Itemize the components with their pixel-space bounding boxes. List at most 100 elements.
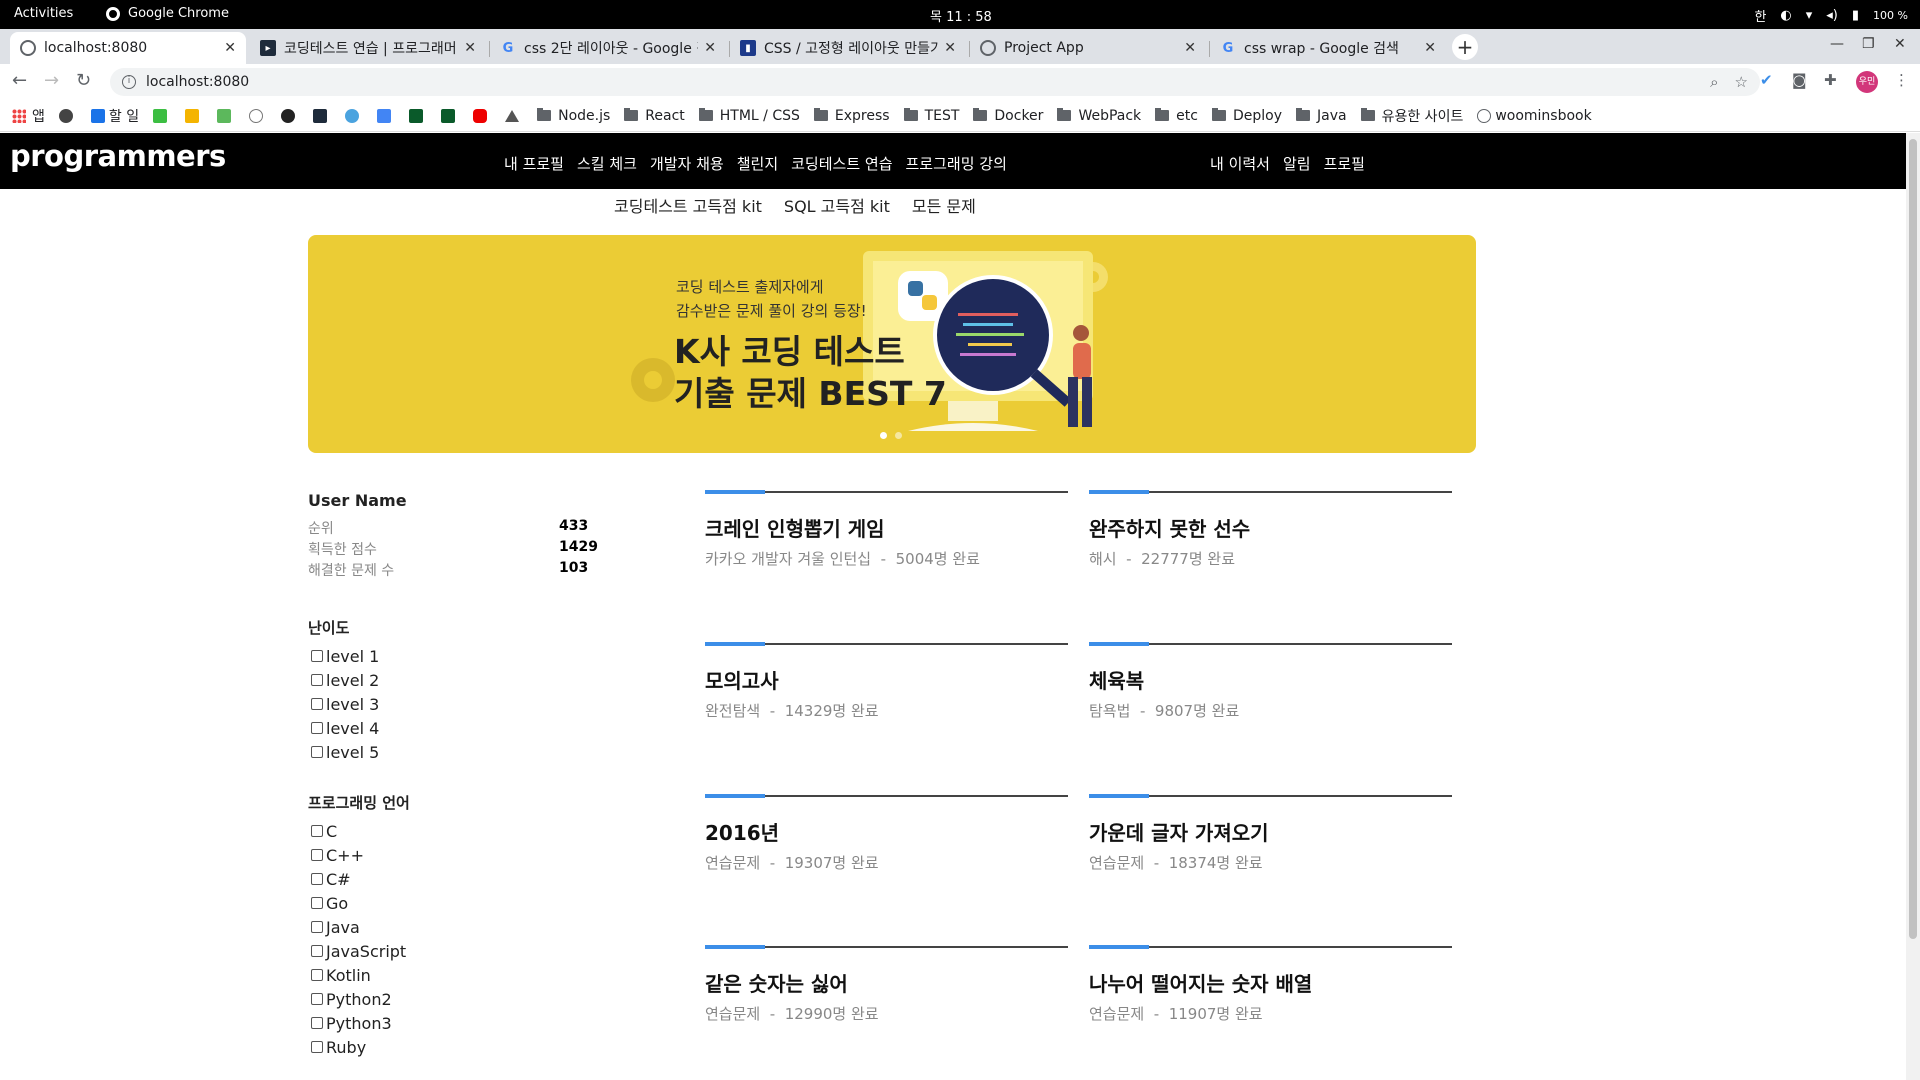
puzzle-icon[interactable]: ✚ [1824,71,1837,89]
bookmark-icon-4[interactable] [217,108,235,123]
problem-card[interactable]: 나누어 떨어지는 숫자 배열 연습문제 - 11907명 완료 [1089,945,1452,1024]
tab-project-app[interactable]: Project App ✕ [970,32,1206,64]
nav-challenge[interactable]: 챌린지 [737,153,778,174]
bookmark-icon-6[interactable] [281,108,299,123]
new-tab-button[interactable]: + [1452,34,1478,60]
problem-title[interactable]: 모의고사 [705,665,1068,694]
app-menu[interactable]: Google Chrome [106,6,229,21]
checkbox[interactable] [311,945,323,957]
checkbox[interactable] [311,921,323,933]
problem-title[interactable]: 나누어 떨어지는 숫자 배열 [1089,968,1452,997]
problem-title[interactable]: 가운데 글자 가져오기 [1089,817,1452,846]
lang-go-checkbox[interactable]: Go [308,891,648,915]
lang-javascript-checkbox[interactable]: JavaScript [308,939,648,963]
lang-cpp-checkbox[interactable]: C++ [308,843,648,867]
bookmark-icon-10[interactable] [409,108,427,123]
problem-title[interactable]: 같은 숫자는 싫어 [705,968,1068,997]
bookmark-icon-11[interactable] [441,108,459,123]
bookmark-folder-nodejs[interactable]: Node.js [537,108,610,124]
bookmark-folder-react[interactable]: React [624,108,685,124]
close-icon[interactable]: ✕ [704,40,716,56]
checkbox[interactable] [311,849,323,861]
problem-title[interactable]: 체육복 [1089,665,1452,694]
bookmark-icon-7[interactable] [313,108,331,123]
bookmark-folder-deploy[interactable]: Deploy [1211,108,1282,124]
close-icon[interactable]: ✕ [1424,40,1436,56]
bookmark-folder-html-css[interactable]: HTML / CSS [698,108,800,124]
problem-card[interactable]: 2016년 연습문제 - 19307명 완료 [705,794,1068,873]
ime-indicator[interactable]: 한 [1754,6,1766,25]
problem-card[interactable]: 체육복 탐욕법 - 9807명 완료 [1089,642,1452,721]
site-logo[interactable]: programmers [10,139,226,173]
forward-icon[interactable]: → [44,70,59,91]
checkbox[interactable] [311,746,323,758]
bookmark-icon-1[interactable] [58,108,77,123]
bookmark-folder-etc[interactable]: etc [1155,108,1198,124]
nav-notifications[interactable]: 알림 [1283,153,1311,174]
back-icon[interactable]: ← [12,70,27,91]
checkbox[interactable] [311,1041,323,1053]
checkbox[interactable] [311,698,323,710]
tab-google-search-2[interactable]: G css wrap - Google 검색 ✕ [1210,32,1446,64]
close-icon[interactable]: ✕ [224,40,236,56]
profile-avatar[interactable]: 우민 [1856,71,1878,93]
info-icon[interactable]: i [122,75,136,89]
bookmark-folder-java[interactable]: Java [1296,108,1347,124]
carousel-dot-2[interactable] [895,432,902,439]
checkbox[interactable] [311,650,323,662]
tab-css-layout[interactable]: ▮ CSS / 고정형 레이아웃 만들기 ✕ [730,32,966,64]
zoom-icon[interactable]: ⌕ [1710,73,1718,91]
tab-programmers[interactable]: ▸ 코딩테스트 연습 | 프로그래머 ✕ [250,32,486,64]
lang-java-checkbox[interactable]: Java [308,915,648,939]
bookmark-folder-useful-sites[interactable]: 유용한 사이트 [1360,106,1463,126]
tab-google-search-1[interactable]: G css 2단 레이아웃 - Google 검색 ✕ [490,32,726,64]
nav-coding-test[interactable]: 코딩테스트 연습 [791,153,892,174]
problem-card[interactable]: 크레인 인형뽑기 게임 카카오 개발자 겨울 인턴십 - 5004명 완료 [705,490,1068,569]
subnav-coding-kit[interactable]: 코딩테스트 고득점 kit [614,193,762,217]
lang-c-checkbox[interactable]: C [308,819,648,843]
bookmark-icon-5[interactable] [249,108,267,123]
promo-banner[interactable]: 코딩 테스트 출제자에게 감수받은 문제 풀이 강의 등장! K사 코딩 테스트… [308,235,1476,453]
close-icon[interactable]: ✕ [944,40,956,56]
lang-python2-checkbox[interactable]: Python2 [308,987,648,1011]
lang-python3-checkbox[interactable]: Python3 [308,1011,648,1035]
problem-title[interactable]: 2016년 [705,817,1068,846]
bookmark-icon-2[interactable] [153,108,171,123]
scrollbar-thumb[interactable] [1909,139,1917,939]
nav-my-profile[interactable]: 내 프로필 [504,153,564,174]
activities-button[interactable]: Activities [14,6,73,21]
checkbox[interactable] [311,969,323,981]
checkbox[interactable] [311,1017,323,1029]
level-3-checkbox[interactable]: level 3 [308,692,648,716]
bookmark-icon-9[interactable] [377,108,395,123]
close-window-button[interactable]: ✕ [1894,36,1906,52]
bookmark-icon-13[interactable] [505,109,523,122]
problem-card[interactable]: 같은 숫자는 싫어 연습문제 - 12990명 완료 [705,945,1068,1024]
bookmark-apps[interactable]: 앱 [12,106,45,126]
bookmark-folder-webpack[interactable]: WebPack [1057,108,1141,124]
nav-skill-check[interactable]: 스킬 체크 [577,153,637,174]
nav-resume[interactable]: 내 이력서 [1210,153,1270,174]
close-icon[interactable]: ✕ [1184,40,1196,56]
level-4-checkbox[interactable]: level 4 [308,716,648,740]
bookmark-todo[interactable]: 할 일 [90,106,139,126]
address-bar[interactable]: i localhost:8080 ⌕ ☆ [110,68,1760,96]
level-5-checkbox[interactable]: level 5 [308,740,648,764]
checkbox[interactable] [311,825,323,837]
subnav-all-problems[interactable]: 모든 문제 [912,193,976,217]
problem-title[interactable]: 크레인 인형뽑기 게임 [705,513,1068,542]
bookmark-icon-8[interactable] [345,108,363,123]
bookmark-icon-12[interactable] [473,108,491,123]
problem-card[interactable]: 모의고사 완전탐색 - 14329명 완료 [705,642,1068,721]
checkbox[interactable] [311,897,323,909]
system-tray[interactable]: 한 ◐ ▾ ◂) ▮ 100 % [1754,6,1908,25]
checkbox[interactable] [311,873,323,885]
nav-profile[interactable]: 프로필 [1324,153,1365,174]
problem-title[interactable]: 완주하지 못한 선수 [1089,513,1452,542]
checkbox[interactable] [311,674,323,686]
restore-button[interactable]: ❐ [1862,36,1875,52]
bookmark-folder-express[interactable]: Express [813,108,890,124]
lang-csharp-checkbox[interactable]: C# [308,867,648,891]
problem-card[interactable]: 가운데 글자 가져오기 연습문제 - 18374명 완료 [1089,794,1452,873]
problem-card[interactable]: 완주하지 못한 선수 해시 - 22777명 완료 [1089,490,1452,569]
